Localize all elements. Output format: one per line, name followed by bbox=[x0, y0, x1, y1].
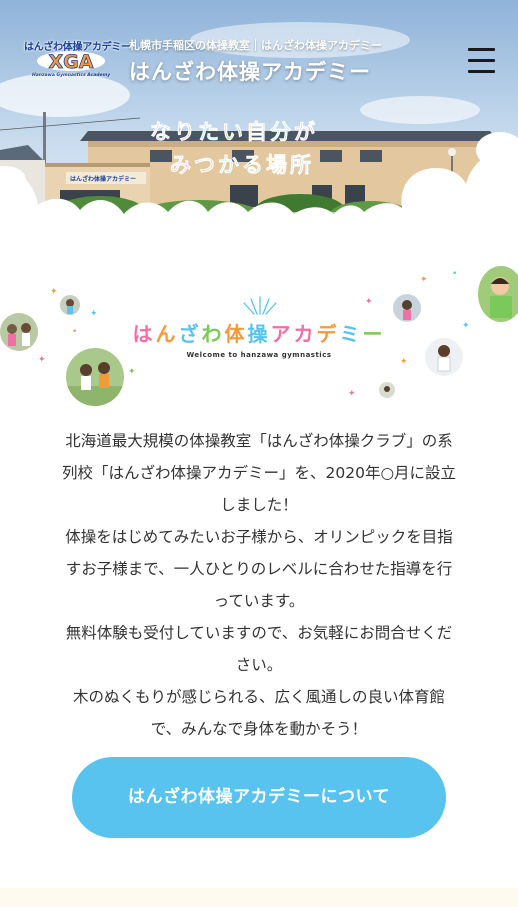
confetti-star-icon: ✦ bbox=[128, 367, 136, 377]
site-logo[interactable]: はんざわ体操アカデミー XGA Hanzawa Gymnastics Acade… bbox=[22, 38, 131, 84]
title-character: い bbox=[222, 120, 246, 145]
title-character: た bbox=[198, 120, 222, 145]
confetti-dot-icon: • bbox=[452, 269, 458, 279]
logo-mark-icon: XGA bbox=[37, 51, 105, 72]
about-academy-button[interactable]: はんざわ体操アカデミーについて bbox=[72, 757, 446, 838]
intro-paragraph: 木のぬくもりが感じられる、広く風通しの良い体育館で、みんなで身体を動かそう！ bbox=[72, 688, 445, 738]
title-character: 自 bbox=[246, 120, 270, 145]
confetti-star-icon: ✦ bbox=[462, 321, 470, 331]
title-character: か bbox=[218, 153, 242, 178]
intro-paragraph: 北海道最大規模の体操教室「はんざわ体操クラブ」の系列校「はんざわ体操アカデミー」… bbox=[62, 432, 456, 514]
catchcopy-line-2: みつかる場所 bbox=[170, 149, 370, 179]
logo-tagline: Hanzawa Gymnastics Academy bbox=[32, 73, 111, 78]
title-character: ー bbox=[362, 322, 386, 346]
title-character: つ bbox=[194, 153, 218, 178]
sun-rays-icon bbox=[243, 296, 277, 315]
photo-circle-tiny-right bbox=[379, 382, 395, 398]
title-character: 操 bbox=[247, 322, 271, 346]
title-character: ミ bbox=[339, 322, 363, 346]
header-subtitle: 札幌市手稲区の体操教室｜はんざわ体操アカデミー bbox=[129, 39, 382, 52]
title-character: 場 bbox=[266, 153, 290, 178]
confetti-star-icon: ✦ bbox=[50, 287, 58, 297]
title-character: り bbox=[174, 120, 198, 145]
confetti-star-icon: ✦ bbox=[38, 355, 46, 365]
site-title: はんざわ体操アカデミー bbox=[129, 60, 371, 84]
hamburger-menu-icon[interactable] bbox=[466, 46, 498, 74]
title-character: ざ bbox=[178, 322, 202, 346]
catchcopy-line-1: なりたい自分が bbox=[150, 116, 370, 146]
hero-catchcopy: なりたい自分が みつかる場所 bbox=[150, 116, 370, 179]
building-sign: はんざわ体操アカデミー bbox=[70, 175, 136, 183]
confetti-star-icon: ✦ bbox=[400, 357, 408, 367]
menu-bar-bottom bbox=[468, 70, 495, 73]
title-character: み bbox=[170, 153, 194, 178]
next-section-edge bbox=[0, 888, 518, 907]
photo-circle-boy-far-right bbox=[478, 266, 518, 322]
title-character: 所 bbox=[290, 153, 314, 178]
confetti-star-icon: ✦ bbox=[420, 275, 428, 285]
welcome-section: はんざわ体操アカデミー Welcome to hanzawa gymnastic… bbox=[0, 258, 518, 418]
confetti-dot-icon: • bbox=[72, 327, 78, 337]
menu-bar-middle bbox=[468, 59, 495, 62]
logo-mark-text: XGA bbox=[49, 51, 94, 72]
title-character: は bbox=[132, 322, 156, 346]
photo-circle-small-left bbox=[60, 295, 80, 315]
title-character: デ bbox=[316, 322, 340, 346]
welcome-subtitle: Welcome to hanzawa gymnastics bbox=[186, 351, 332, 359]
confetti-star-icon: ✦ bbox=[348, 389, 356, 399]
confetti-star-icon: ✦ bbox=[90, 309, 98, 319]
title-character: な bbox=[150, 120, 174, 145]
intro-paragraph: 無料体験も受付していますので、お気軽にお問合せください。 bbox=[65, 624, 453, 674]
title-character: カ bbox=[293, 322, 317, 346]
title-character: 体 bbox=[224, 322, 248, 346]
title-character: 分 bbox=[270, 120, 294, 145]
intro-paragraph: 体操をはじめてみたいお子様から、オリンピックを目指すお子様まで、一人ひとりのレベ… bbox=[65, 528, 453, 610]
title-character: る bbox=[242, 153, 266, 178]
hero-section: はんざわ体操アカデミー はんざわ体操アカデミー XGA Hanzawa Gymn… bbox=[0, 0, 518, 258]
title-character: ん bbox=[155, 322, 179, 346]
welcome-title: はんざわ体操アカデミー bbox=[0, 318, 518, 347]
title-character: わ bbox=[201, 322, 225, 346]
intro-text: 北海道最大規模の体操教室「はんざわ体操クラブ」の系列校「はんざわ体操アカデミー」… bbox=[60, 425, 458, 745]
title-character: が bbox=[294, 120, 318, 145]
menu-bar-top bbox=[468, 48, 495, 51]
confetti-star-icon: ✦ bbox=[365, 297, 373, 307]
title-character: ア bbox=[270, 322, 294, 346]
